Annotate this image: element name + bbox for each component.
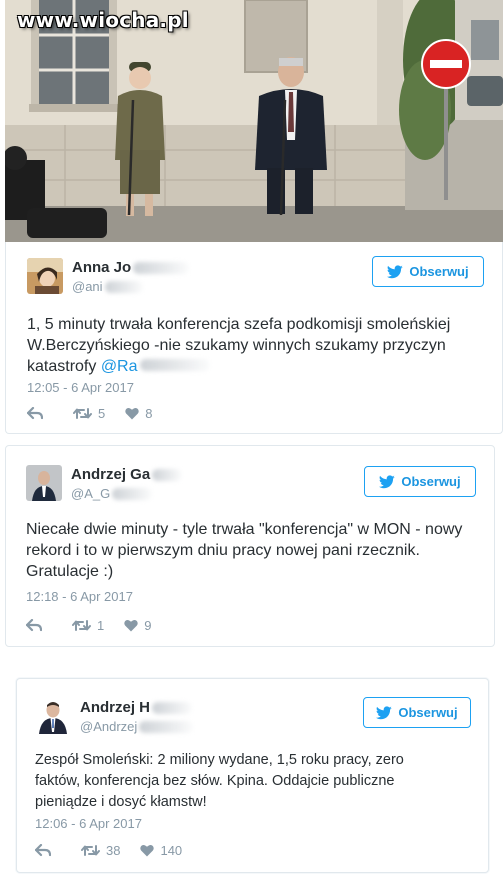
author-handle[interactable]: @Andrzej [80, 717, 194, 736]
retweet-count: 5 [98, 406, 106, 421]
reply-icon [27, 407, 43, 420]
retweet-icon [81, 845, 100, 856]
twitter-bird-icon [376, 705, 393, 719]
author-name[interactable]: Anna Jo [72, 258, 190, 277]
retweet-button[interactable]: 1 [72, 618, 104, 633]
avatar[interactable] [35, 698, 71, 734]
avatar-photo-icon [26, 465, 62, 501]
tweet-actions: 38 140 [35, 843, 202, 858]
author-name[interactable]: Andrzej H [80, 698, 193, 717]
tweet-date[interactable]: 12:06 - 6 Apr 2017 [35, 816, 142, 831]
avatar-photo-icon [27, 258, 63, 294]
reply-button[interactable] [35, 844, 57, 857]
tweet-card-1: Anna Jo @ani Obserwuj 1, 5 minuty trwała… [5, 242, 503, 434]
tweet-text: Zespół Smoleński: 2 miliony wydane, 1,5 … [35, 752, 404, 810]
retweet-button[interactable]: 38 [81, 843, 120, 858]
tweet-date[interactable]: 12:18 - 6 Apr 2017 [26, 589, 133, 604]
retweet-icon [73, 408, 92, 419]
reply-icon [26, 619, 42, 632]
like-count: 8 [145, 406, 153, 421]
tweet-card-3: Andrzej H @Andrzej Obserwuj Zespół Smole… [16, 678, 489, 873]
tweet-text: 1, 5 minuty trwała konferencja szefa pod… [27, 316, 451, 375]
avatar-photo-icon [35, 698, 71, 734]
follow-button[interactable]: Obserwuj [363, 697, 471, 728]
tweet-header: Anna Jo @ani [27, 258, 190, 296]
tweet-date[interactable]: 12:05 - 6 Apr 2017 [27, 380, 134, 395]
follow-label: Obserwuj [401, 474, 461, 489]
author-handle[interactable]: @A_G [71, 484, 182, 503]
like-button[interactable]: 140 [140, 843, 182, 858]
author-name[interactable]: Andrzej Ga [71, 465, 183, 484]
watermark-logo: www.wiocha.pl [17, 8, 189, 32]
retweet-count: 1 [97, 618, 105, 633]
follow-label: Obserwuj [398, 705, 458, 720]
heart-icon [125, 407, 139, 420]
reply-button[interactable] [27, 407, 49, 420]
retweet-button[interactable]: 5 [73, 406, 105, 421]
tweet-header: Andrzej H @Andrzej [35, 698, 194, 736]
tweet-text: Niecałe dwie minuty - tyle trwała "konfe… [26, 521, 463, 580]
heart-icon [140, 844, 155, 857]
avatar[interactable] [27, 258, 63, 294]
twitter-bird-icon [379, 474, 396, 488]
like-button[interactable]: 9 [124, 618, 151, 633]
tweet-card-2: Andrzej Ga @A_G Obserwuj Niecałe dwie mi… [5, 445, 495, 647]
like-count: 9 [144, 618, 152, 633]
photo-scene [5, 0, 503, 242]
heart-icon [124, 619, 138, 632]
tweet-actions: 5 8 [27, 406, 172, 421]
author-handle[interactable]: @ani [72, 277, 189, 296]
reply-button[interactable] [26, 619, 48, 632]
avatar[interactable] [26, 465, 62, 501]
reply-icon [35, 844, 51, 857]
retweet-count: 38 [106, 843, 121, 858]
follow-button[interactable]: Obserwuj [364, 466, 476, 497]
like-button[interactable]: 8 [125, 406, 152, 421]
follow-button[interactable]: Obserwuj [372, 256, 484, 287]
mention-link[interactable]: @Ra [101, 358, 138, 375]
like-count: 140 [160, 843, 183, 858]
retweet-icon [72, 620, 91, 631]
tweet-actions: 1 9 [26, 618, 171, 633]
twitter-bird-icon [387, 264, 404, 278]
tweet-header: Andrzej Ga @A_G [26, 465, 183, 503]
press-conference-photo: www.wiocha.pl [5, 0, 503, 242]
follow-label: Obserwuj [409, 264, 469, 279]
